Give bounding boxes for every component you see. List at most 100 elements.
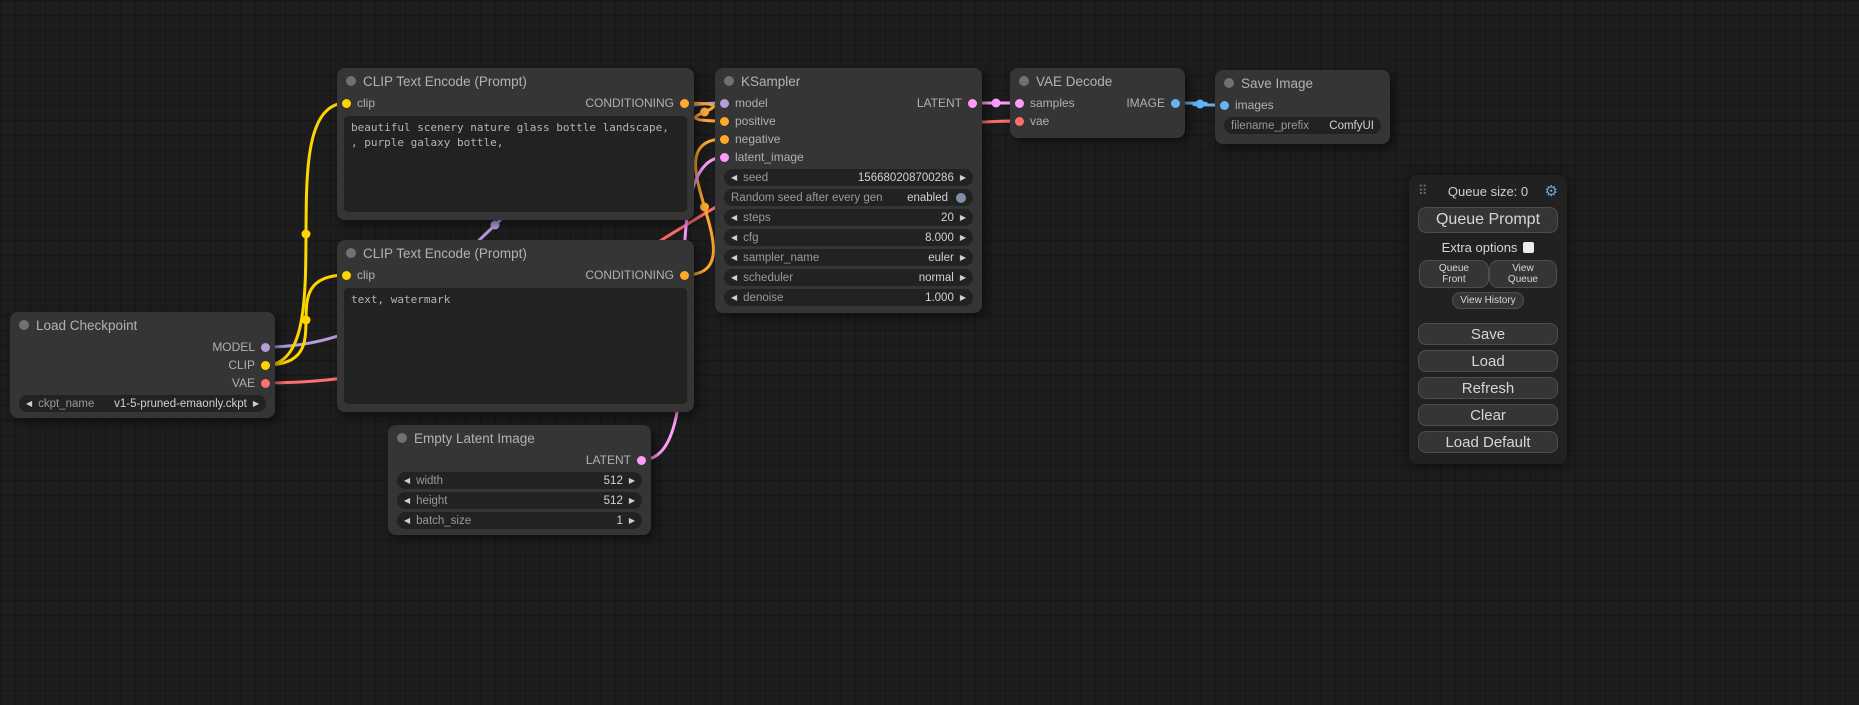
input-label: model [735, 96, 768, 110]
history-row: View History [1418, 292, 1558, 309]
decrement-arrow-icon[interactable]: ◀ [731, 174, 737, 182]
toggle-knob-icon[interactable] [956, 193, 966, 203]
decrement-arrow-icon[interactable]: ◀ [26, 400, 32, 408]
increment-arrow-icon[interactable]: ▶ [960, 294, 966, 302]
save-button[interactable]: Save [1418, 323, 1558, 345]
increment-arrow-icon[interactable]: ▶ [960, 274, 966, 282]
scheduler-widget[interactable]: ◀ scheduler normal ▶ [724, 269, 973, 286]
increment-arrow-icon[interactable]: ▶ [253, 400, 259, 408]
node-title-bar[interactable]: VAE Decode [1010, 68, 1185, 94]
image-output-port[interactable] [1171, 99, 1180, 108]
batch-size-widget[interactable]: ◀ batch_size 1 ▶ [397, 512, 642, 529]
decrement-arrow-icon[interactable]: ◀ [731, 254, 737, 262]
slot-row: model LATENT [715, 94, 982, 112]
latent-image-input-port[interactable] [720, 153, 729, 162]
decrement-arrow-icon[interactable]: ◀ [404, 477, 410, 485]
queue-prompt-button[interactable]: Queue Prompt [1418, 207, 1558, 233]
denoise-widget[interactable]: ◀ denoise 1.000 ▶ [724, 289, 973, 306]
increment-arrow-icon[interactable]: ▶ [629, 517, 635, 525]
node-load-checkpoint[interactable]: Load Checkpoint MODEL CLIP VAE ◀ ckpt_na… [10, 312, 275, 418]
random-seed-toggle[interactable]: Random seed after every gen enabled [724, 189, 973, 206]
node-title-bar[interactable]: CLIP Text Encode (Prompt) [337, 68, 694, 94]
ckpt-name-widget[interactable]: ◀ ckpt_name v1-5-pruned-emaonly.ckpt ▶ [19, 395, 266, 412]
samples-input-port[interactable] [1015, 99, 1024, 108]
widget-value: euler [928, 252, 954, 264]
collapse-dot-icon[interactable] [346, 248, 356, 258]
input-label: positive [735, 114, 776, 128]
model-output-port[interactable] [261, 343, 270, 352]
load-default-button[interactable]: Load Default [1418, 431, 1558, 453]
node-empty-latent-image[interactable]: Empty Latent Image LATENT ◀ width 512 ▶ … [388, 425, 651, 535]
collapse-dot-icon[interactable] [19, 320, 29, 330]
latent-output-port[interactable] [637, 456, 646, 465]
model-input-port[interactable] [720, 99, 729, 108]
node-ksampler[interactable]: KSampler model LATENT positive negative [715, 68, 982, 313]
positive-prompt-textarea[interactable]: beautiful scenery nature glass bottle la… [344, 116, 687, 212]
widget-value: 8.000 [925, 232, 954, 244]
clip-output-port[interactable] [261, 361, 270, 370]
decrement-arrow-icon[interactable]: ◀ [731, 294, 737, 302]
decrement-arrow-icon[interactable]: ◀ [731, 214, 737, 222]
slot-row: LATENT [388, 451, 651, 469]
steps-widget[interactable]: ◀ steps 20 ▶ [724, 209, 973, 226]
increment-arrow-icon[interactable]: ▶ [960, 234, 966, 242]
negative-input-port[interactable] [720, 135, 729, 144]
increment-arrow-icon[interactable]: ▶ [960, 214, 966, 222]
images-input-port[interactable] [1220, 101, 1229, 110]
decrement-arrow-icon[interactable]: ◀ [404, 517, 410, 525]
widget-name: width [416, 475, 443, 487]
decrement-arrow-icon[interactable]: ◀ [731, 274, 737, 282]
menu-header: ⠿ Queue size: 0 ⚙ [1418, 181, 1558, 201]
collapse-dot-icon[interactable] [1224, 78, 1234, 88]
increment-arrow-icon[interactable]: ▶ [960, 174, 966, 182]
negative-prompt-textarea[interactable]: text, watermark [344, 288, 687, 404]
increment-arrow-icon[interactable]: ▶ [629, 497, 635, 505]
decrement-arrow-icon[interactable]: ◀ [404, 497, 410, 505]
node-title-bar[interactable]: KSampler [715, 68, 982, 94]
view-history-button[interactable]: View History [1452, 292, 1523, 309]
clip-input-port[interactable] [342, 99, 351, 108]
clip-input-port[interactable] [342, 271, 351, 280]
widget-name: filename_prefix [1231, 120, 1309, 132]
vae-input-port[interactable] [1015, 117, 1024, 126]
widget-value: normal [919, 272, 954, 284]
widget-value: 512 [604, 475, 623, 487]
slot-row: negative [715, 130, 982, 148]
refresh-button[interactable]: Refresh [1418, 377, 1558, 399]
conditioning-output-port[interactable] [680, 271, 689, 280]
height-widget[interactable]: ◀ height 512 ▶ [397, 492, 642, 509]
collapse-dot-icon[interactable] [724, 76, 734, 86]
node-vae-decode[interactable]: VAE Decode samples IMAGE vae [1010, 68, 1185, 138]
drag-handle-icon[interactable]: ⠿ [1418, 183, 1428, 199]
collapse-dot-icon[interactable] [397, 433, 407, 443]
filename-prefix-widget[interactable]: filename_prefix ComfyUI [1224, 117, 1381, 134]
increment-arrow-icon[interactable]: ▶ [629, 477, 635, 485]
sampler-name-widget[interactable]: ◀ sampler_name euler ▶ [724, 249, 973, 266]
clear-button[interactable]: Clear [1418, 404, 1558, 426]
node-graph-canvas[interactable]: Load Checkpoint MODEL CLIP VAE ◀ ckpt_na… [0, 0, 1859, 705]
node-title-bar[interactable]: Load Checkpoint [10, 312, 275, 338]
view-queue-button[interactable]: View Queue [1489, 260, 1557, 288]
node-clip-text-encode-positive[interactable]: CLIP Text Encode (Prompt) clip CONDITION… [337, 68, 694, 220]
latent-output-port[interactable] [968, 99, 977, 108]
width-widget[interactable]: ◀ width 512 ▶ [397, 472, 642, 489]
node-save-image[interactable]: Save Image images filename_prefix ComfyU… [1215, 70, 1390, 144]
collapse-dot-icon[interactable] [1019, 76, 1029, 86]
decrement-arrow-icon[interactable]: ◀ [731, 234, 737, 242]
node-title-bar[interactable]: CLIP Text Encode (Prompt) [337, 240, 694, 266]
load-button[interactable]: Load [1418, 350, 1558, 372]
increment-arrow-icon[interactable]: ▶ [960, 254, 966, 262]
conditioning-output-port[interactable] [680, 99, 689, 108]
positive-input-port[interactable] [720, 117, 729, 126]
seed-widget[interactable]: ◀ seed 156680208700286 ▶ [724, 169, 973, 186]
queue-front-button[interactable]: Queue Front [1419, 260, 1489, 288]
node-clip-text-encode-negative[interactable]: CLIP Text Encode (Prompt) clip CONDITION… [337, 240, 694, 412]
vae-output-port[interactable] [261, 379, 270, 388]
cfg-widget[interactable]: ◀ cfg 8.000 ▶ [724, 229, 973, 246]
slot-row: CLIP [10, 356, 275, 374]
settings-gear-icon[interactable]: ⚙ [1545, 182, 1558, 200]
extra-options-checkbox[interactable] [1523, 242, 1534, 253]
node-title-bar[interactable]: Empty Latent Image [388, 425, 651, 451]
node-title-bar[interactable]: Save Image [1215, 70, 1390, 96]
collapse-dot-icon[interactable] [346, 76, 356, 86]
